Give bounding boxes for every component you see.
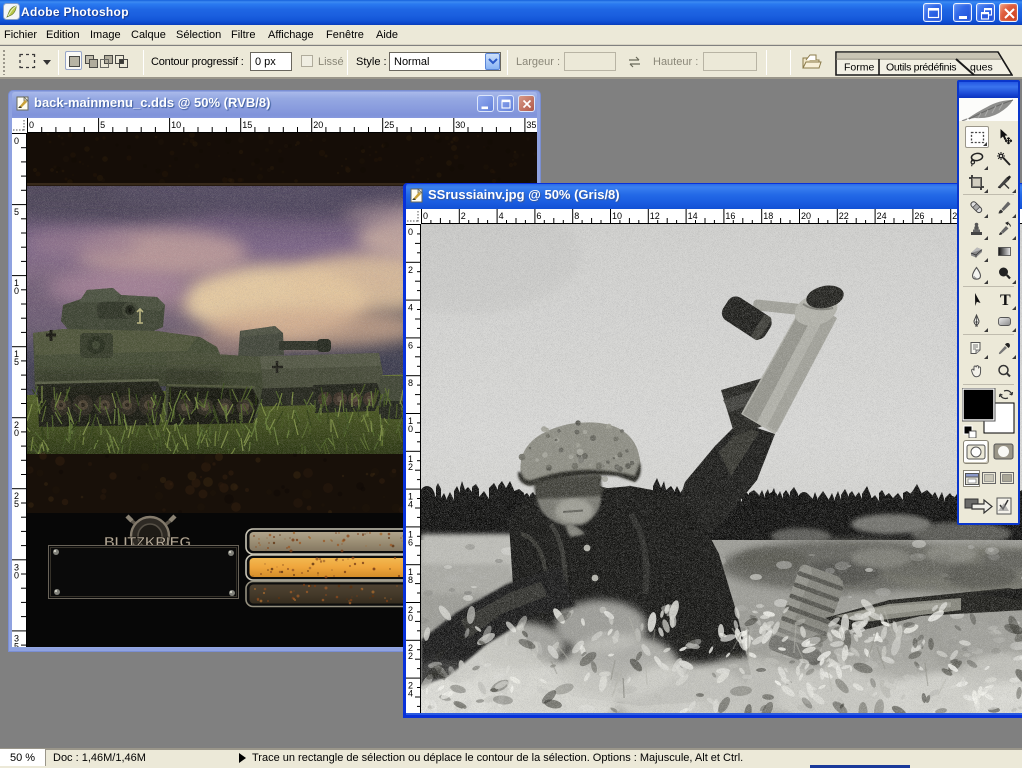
svg-text:0: 0 xyxy=(408,424,413,434)
svg-text:6: 6 xyxy=(536,211,541,221)
svg-text:2: 2 xyxy=(461,211,466,221)
svg-text:6: 6 xyxy=(408,537,413,547)
svg-text:5: 5 xyxy=(14,207,19,217)
svg-text:16: 16 xyxy=(725,211,735,221)
svg-text:10: 10 xyxy=(612,211,622,221)
svg-text:2: 2 xyxy=(408,462,413,472)
svg-text:35: 35 xyxy=(526,120,536,130)
svg-text:0: 0 xyxy=(14,570,19,580)
svg-text:5: 5 xyxy=(100,120,105,130)
svg-text:Forme: Forme xyxy=(844,62,874,74)
svg-text:0: 0 xyxy=(423,211,428,221)
svg-text:15: 15 xyxy=(242,120,252,130)
svg-text:0: 0 xyxy=(408,613,413,623)
svg-text:4: 4 xyxy=(408,689,413,699)
svg-text:30: 30 xyxy=(455,120,465,130)
svg-text:4: 4 xyxy=(499,211,504,221)
svg-text:T: T xyxy=(1000,292,1011,308)
svg-text:10: 10 xyxy=(171,120,181,130)
svg-text:14: 14 xyxy=(688,211,698,221)
svg-text:2: 2 xyxy=(408,651,413,661)
svg-text:0: 0 xyxy=(14,286,19,296)
svg-text:5: 5 xyxy=(14,641,19,647)
svg-text:20: 20 xyxy=(313,120,323,130)
svg-text:8: 8 xyxy=(408,575,413,585)
svg-text:ques: ques xyxy=(970,62,993,74)
svg-text:0: 0 xyxy=(14,136,19,146)
svg-text:2: 2 xyxy=(408,265,413,275)
svg-text:0: 0 xyxy=(408,227,413,237)
svg-text:25: 25 xyxy=(384,120,394,130)
svg-text:5: 5 xyxy=(14,499,19,509)
svg-text:8: 8 xyxy=(574,211,579,221)
svg-text:12: 12 xyxy=(650,211,660,221)
svg-text:8: 8 xyxy=(408,378,413,388)
svg-text:4: 4 xyxy=(408,303,413,313)
svg-text:18: 18 xyxy=(763,211,773,221)
svg-text:20: 20 xyxy=(801,211,811,221)
svg-text:24: 24 xyxy=(877,211,887,221)
svg-text:0: 0 xyxy=(29,120,34,130)
svg-text:6: 6 xyxy=(408,340,413,350)
svg-text:0: 0 xyxy=(14,428,19,438)
svg-text:22: 22 xyxy=(839,211,849,221)
svg-text:Outils prédéfinis: Outils prédéfinis xyxy=(886,62,956,74)
svg-text:4: 4 xyxy=(408,500,413,510)
svg-text:26: 26 xyxy=(914,211,924,221)
svg-text:5: 5 xyxy=(14,357,19,367)
